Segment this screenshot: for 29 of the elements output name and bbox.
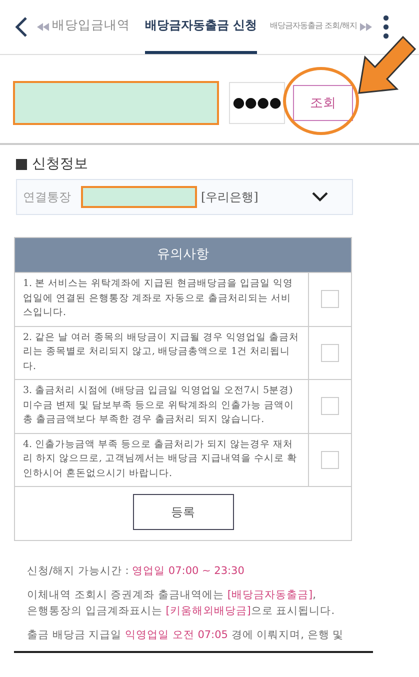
back-icon[interactable]	[14, 16, 28, 38]
checkbox[interactable]	[321, 397, 339, 416]
tab[interactable]: 배당금자동출금 신청	[145, 0, 258, 54]
tab[interactable]: 배당입금내역	[52, 0, 130, 54]
tab[interactable]: 배당금자동출금 조회/해지	[270, 0, 357, 54]
note-text: 이체내역 조회시 증권계좌 출금내역에는 [배당금자동출금], 은행통장의 입금계좌표시는 [키움해외배당금]으로 표시됩니다.	[27, 588, 336, 619]
more-icon[interactable]	[382, 15, 389, 39]
pointer-arrow	[357, 35, 417, 97]
checkbox[interactable]	[321, 450, 339, 469]
notice-text: 3. 출금처리 시점에 (배당금 입금일 익영업일 오전7시 5분경) 미수금 변제 및 담보부족 등으로 위탁계좌의 인출가능 금액이 총 출금금액보다 부족한 경우 출금처리 되지 않습니다.	[15, 380, 309, 432]
double-right-icon	[360, 23, 372, 31]
note-text: 출금 배당금 지급일 익영업일 오전 07:05 경에 이뤄지며, 은행 및	[27, 628, 345, 643]
notice-text: 1. 본 서비스는 위탁계좌에 지급된 현금배당금을 입금일 익영업일에 연결된 은행통장 계좌로 자동으로 출금처리되는 서비스입니다.	[15, 273, 309, 326]
password-field[interactable]: ●●●●	[229, 82, 285, 124]
square-icon	[16, 158, 27, 170]
notice-text: 2. 같은 날 여러 종목의 배당금이 지급될 경우 익영업일 출금처리는 종목별로 처리되지 않고, 배당금총액으로 1건 처리됩니다.	[15, 326, 309, 379]
register-button[interactable]: 등록	[132, 494, 234, 530]
bank-name: [우리은행]	[201, 188, 260, 206]
notice-header: 유의사항	[15, 238, 351, 272]
account-label: 연결통장	[23, 188, 71, 206]
note-text: 신청/해지 가능시간 : 영업일 07:00 ~ 23:30	[27, 564, 246, 579]
checkbox[interactable]	[321, 290, 339, 308]
account-select[interactable]: 연결통장 [우리은행]	[16, 179, 353, 215]
checkbox[interactable]	[321, 344, 339, 362]
double-left-icon	[37, 23, 49, 31]
notice-text: 4. 인출가능금액 부족 등으로 출금처리가 되지 않는경우 재처리 하지 않으므로, 고객님께서는 배당금 지급내역을 수시로 확인하시어 혼돈없으시기 바랍니다.	[15, 434, 309, 486]
query-button[interactable]: 조회	[293, 85, 353, 121]
chevron-down-icon	[312, 192, 328, 202]
section-title: 신청정보	[32, 155, 88, 173]
